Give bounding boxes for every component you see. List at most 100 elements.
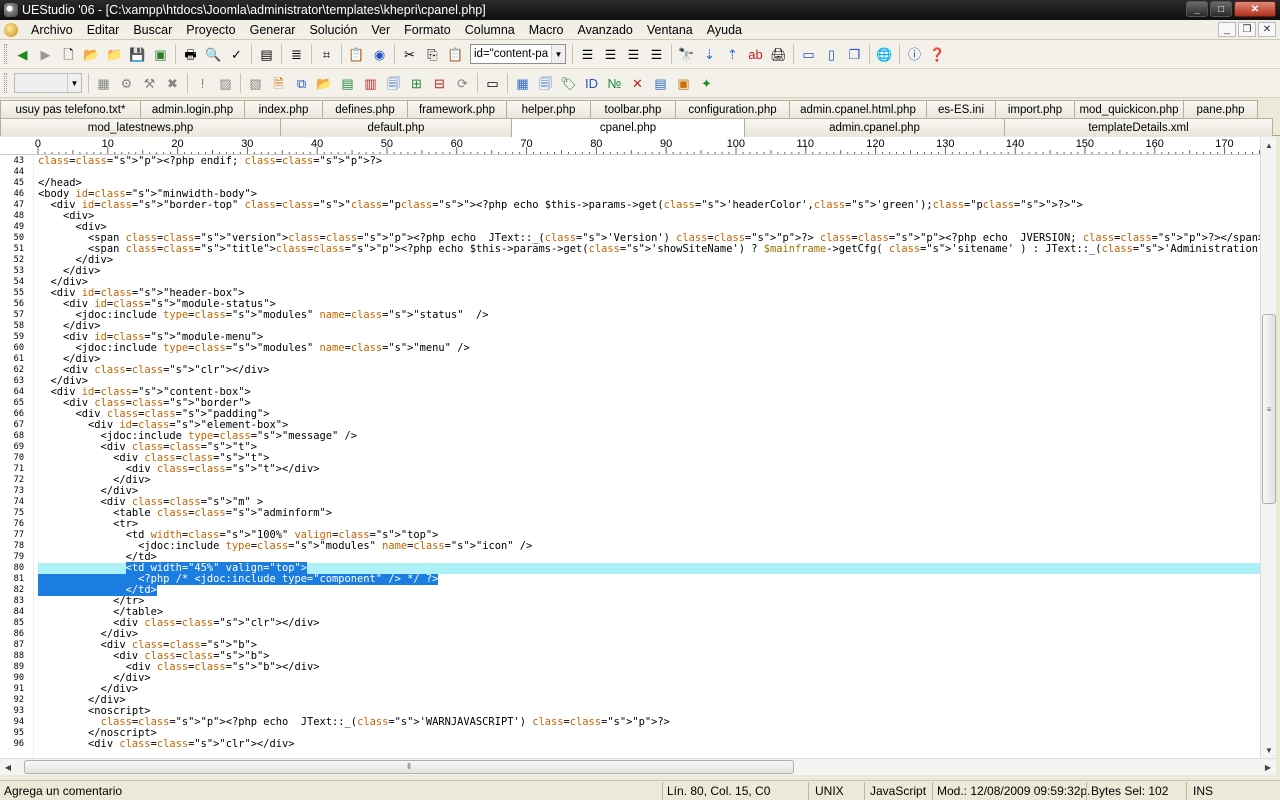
menu-generar[interactable]: Generar <box>243 23 303 37</box>
code-line[interactable] <box>38 167 1260 178</box>
toolbar-grip-2[interactable] <box>4 73 7 93</box>
file-tab[interactable]: helper.php <box>506 100 591 118</box>
split-horizontal-icon[interactable]: ▭ <box>798 43 820 65</box>
code-line[interactable]: <div class=class="s">"clr"></div> <box>38 618 1260 629</box>
print-preview-icon[interactable]: 🔍 <box>203 43 225 65</box>
code-line[interactable]: </tr> <box>38 596 1260 607</box>
code-line[interactable]: </div> <box>38 475 1260 486</box>
menu-ventana[interactable]: Ventana <box>640 23 700 37</box>
align-left-icon[interactable]: ☰ <box>577 43 599 65</box>
paste-icon[interactable]: 📋 <box>445 43 467 65</box>
chevron-down-icon[interactable]: ▼ <box>551 45 565 63</box>
file-tab[interactable]: pane.php <box>1183 100 1258 118</box>
code-line[interactable]: </div> <box>38 673 1260 684</box>
options-icon[interactable]: ▧ <box>245 72 267 94</box>
scroll-right-icon[interactable]: ▶ <box>1260 759 1276 775</box>
word-wrap-icon[interactable]: ≣ <box>286 43 308 65</box>
web-browser-icon[interactable]: ◉ <box>369 43 391 65</box>
code-line[interactable]: class=class="s">"p"><?php echo JText::_(… <box>38 717 1260 728</box>
find-prev-icon[interactable]: ⇡ <box>722 43 744 65</box>
file-tab[interactable]: templateDetails.xml <box>1004 118 1273 136</box>
menu-formato[interactable]: Formato <box>397 23 458 37</box>
menu-avanzado[interactable]: Avanzado <box>570 23 639 37</box>
chevron-down-icon[interactable]: ▼ <box>67 74 81 92</box>
numbering-icon[interactable]: № <box>604 72 626 94</box>
code-line[interactable]: </div> <box>38 695 1260 706</box>
code-line[interactable]: <div class=class="s">"b"></div> <box>38 662 1260 673</box>
doc-minimize-button[interactable]: _ <box>1218 22 1236 37</box>
save-icon[interactable]: 💾 <box>127 43 149 65</box>
globe-icon[interactable]: 🌐 <box>874 43 896 65</box>
file-tab[interactable]: default.php <box>280 118 512 136</box>
menu-columna[interactable]: Columna <box>458 23 522 37</box>
scroll-down-icon[interactable]: ▼ <box>1261 742 1277 758</box>
open-folder-icon[interactable]: 📂 <box>81 43 103 65</box>
open-project-icon[interactable]: 📂 <box>314 72 336 94</box>
close-button[interactable]: ✕ <box>1234 1 1276 17</box>
menu-buscar[interactable]: Buscar <box>126 23 179 37</box>
file-tab[interactable]: toolbar.php <box>590 100 676 118</box>
scroll-left-icon[interactable]: ◀ <box>0 759 16 775</box>
doc-close-button[interactable]: ✕ <box>1258 22 1276 37</box>
function-list-dropdown[interactable]: id="content-pa ▼ <box>470 44 566 64</box>
align-center-icon[interactable]: ☰ <box>600 43 622 65</box>
remove-file-icon[interactable]: ⊟ <box>429 72 451 94</box>
properties-icon[interactable]: ▤ <box>256 43 278 65</box>
toolbar-grip[interactable] <box>4 44 7 64</box>
split-vertical-icon[interactable]: ▯ <box>821 43 843 65</box>
project-files-icon[interactable]: 🗐 <box>383 72 405 94</box>
code-line[interactable]: <div class=class="s">"clr"></div> <box>38 739 1260 750</box>
macro-icon[interactable]: ▣ <box>673 72 695 94</box>
compile-icon[interactable]: ⚙ <box>116 72 138 94</box>
replace-icon[interactable]: ab <box>745 43 767 65</box>
clipboard-list-icon[interactable]: 📋 <box>346 43 368 65</box>
help-icon[interactable]: ❓ <box>927 43 949 65</box>
doc-restore-button[interactable]: ❐ <box>1238 22 1256 37</box>
document-icon[interactable] <box>4 22 18 37</box>
tools-icon[interactable]: ✕ <box>627 72 649 94</box>
justify-icon[interactable]: ☰ <box>646 43 668 65</box>
file-tab[interactable]: admin.login.php <box>140 100 245 118</box>
align-right-icon[interactable]: ☰ <box>623 43 645 65</box>
new-project-icon[interactable]: 🗎 <box>268 72 290 94</box>
debug-icon[interactable]: ▨ <box>215 72 237 94</box>
id-icon[interactable]: ID <box>581 72 603 94</box>
project-file-icon[interactable]: ▦ <box>93 72 115 94</box>
copy-project-icon[interactable]: ⧉ <box>291 72 313 94</box>
templates-icon[interactable]: 🗐 <box>535 72 557 94</box>
file-tab[interactable]: mod_latestnews.php <box>0 118 281 136</box>
refresh-project-icon[interactable]: ⟳ <box>452 72 474 94</box>
table-icon[interactable]: ▦ <box>512 72 534 94</box>
menu-editar[interactable]: Editar <box>80 23 127 37</box>
new-file-icon[interactable]: 🗋 <box>58 43 80 65</box>
spell-check-icon[interactable]: ✓ <box>226 43 248 65</box>
find-next-icon[interactable]: ⇣ <box>699 43 721 65</box>
project-settings-icon[interactable]: ▤ <box>337 72 359 94</box>
code-line[interactable]: <table class=class="s">"adminform"> <box>38 508 1260 519</box>
file-tab[interactable]: defines.php <box>322 100 408 118</box>
find-icon[interactable]: 🔭 <box>676 43 698 65</box>
code-line[interactable]: <jdoc:include type=class="s">"modules" n… <box>38 343 1260 354</box>
tag-list-icon[interactable]: 🏷 <box>558 72 580 94</box>
code-line[interactable]: </div> <box>38 255 1260 266</box>
status-insert-mode[interactable]: INS <box>1186 781 1280 800</box>
horizontal-scrollbar[interactable]: ◀ ⦀ ▶ <box>0 758 1276 775</box>
stop-build-icon[interactable]: ✖ <box>162 72 184 94</box>
code-editor[interactable]: 43 44 45 46 47 48 49 50 51 52 53 54 55 56 57 58 59 60 61 62… <box>0 155 1260 758</box>
file-tab[interactable]: usuy pas telefono.txt* <box>0 100 141 118</box>
add-file-icon[interactable]: ⊞ <box>406 72 428 94</box>
file-tab[interactable]: import.php <box>995 100 1075 118</box>
code-line[interactable]: <jdoc:include type=class="s">"modules" n… <box>38 310 1260 321</box>
file-tab[interactable]: admin.cpanel.php <box>744 118 1005 136</box>
status-line-ending[interactable]: UNIX <box>808 781 864 800</box>
scroll-up-icon[interactable]: ▲ <box>1261 137 1277 153</box>
build-icon[interactable]: ⚒ <box>139 72 161 94</box>
back-icon[interactable]: ◀ <box>12 43 34 65</box>
forward-icon[interactable]: ▶ <box>35 43 57 65</box>
close-project-icon[interactable]: ▥ <box>360 72 382 94</box>
print-icon[interactable]: 🖶 <box>180 43 202 65</box>
cut-icon[interactable]: ✂ <box>399 43 421 65</box>
vertical-scroll-thumb[interactable]: ≡ <box>1262 314 1276 504</box>
open-folder-2-icon[interactable]: 📁 <box>104 43 126 65</box>
menu-archivo[interactable]: Archivo <box>24 23 80 37</box>
